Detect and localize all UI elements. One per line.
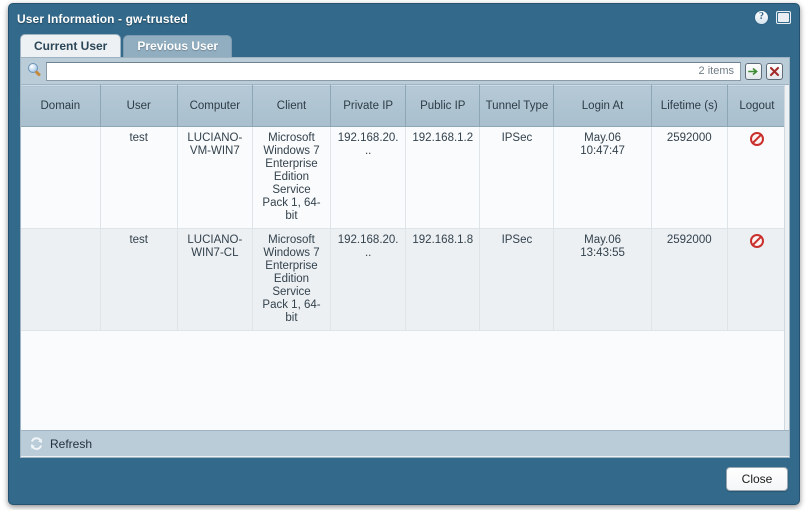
dialog-title-bar: User Information - gw-trusted ? [9, 4, 799, 33]
restore-window-icon[interactable] [775, 9, 792, 26]
cell-user: test [100, 228, 178, 331]
refresh-bar: Refresh [21, 430, 789, 456]
cell-lifetime: 2592000 [651, 126, 728, 229]
cell-tunnel-type: IPSec [479, 126, 555, 229]
search-toolbar: 2 items [21, 58, 789, 85]
column-header-login-at[interactable]: Login At [553, 85, 652, 127]
cell-private-ip: 192.168.20... [330, 228, 407, 331]
refresh-label: Refresh [50, 436, 93, 451]
logout-icon[interactable] [749, 132, 764, 146]
tab-strip: Current User Previous User [9, 33, 799, 57]
grid-right-edge [784, 85, 789, 430]
go-arrow-button[interactable] [745, 62, 762, 80]
clear-button[interactable] [766, 62, 783, 80]
close-button[interactable]: Close [726, 467, 788, 491]
table-row[interactable]: test LUCIANO-WIN7-CL Microsoft Windows 7… [21, 228, 788, 331]
cell-login-at: May.06 13:43:55 [553, 228, 652, 331]
cell-domain [21, 126, 101, 229]
column-header-lifetime[interactable]: Lifetime (s) [651, 85, 728, 127]
cell-lifetime: 2592000 [651, 228, 728, 331]
title-bar-controls: ? [753, 9, 792, 26]
column-header-user[interactable]: User [100, 85, 178, 127]
user-table: Domain User Computer Client Private IP P… [21, 85, 788, 331]
cell-tunnel-type: IPSec [479, 228, 555, 331]
cell-user: test [100, 126, 178, 229]
user-information-dialog: User Information - gw-trusted ? Current … [8, 3, 800, 505]
refresh-button[interactable]: Refresh [29, 436, 92, 451]
cell-computer: LUCIANO-VM-WIN7 [177, 126, 253, 229]
cell-public-ip: 192.168.1.2 [405, 126, 481, 229]
cell-logout [727, 126, 788, 229]
column-header-domain[interactable]: Domain [21, 85, 101, 127]
search-icon [27, 63, 43, 79]
column-header-private-ip[interactable]: Private IP [330, 85, 407, 127]
column-header-computer[interactable]: Computer [177, 85, 253, 127]
cell-client: Microsoft Windows 7 Enterprise Edition S… [252, 228, 332, 331]
logout-icon[interactable] [749, 234, 764, 248]
user-table-scroll-area: Domain User Computer Client Private IP P… [21, 85, 789, 430]
refresh-icon [29, 436, 44, 451]
tab-current-user[interactable]: Current User [20, 34, 122, 57]
cell-private-ip: 192.168.20... [330, 126, 407, 229]
dialog-footer: Close [9, 459, 799, 504]
help-icon[interactable]: ? [753, 9, 770, 26]
cell-computer: LUCIANO-WIN7-CL [177, 228, 253, 331]
column-header-tunnel-type[interactable]: Tunnel Type [479, 85, 555, 127]
cell-login-at: May.06 10:47:47 [553, 126, 652, 229]
cell-logout [727, 228, 788, 331]
column-header-public-ip[interactable]: Public IP [405, 85, 481, 127]
table-header-row: Domain User Computer Client Private IP P… [21, 85, 788, 127]
search-input[interactable] [46, 61, 741, 81]
cell-public-ip: 192.168.1.8 [405, 228, 481, 331]
cell-client: Microsoft Windows 7 Enterprise Edition S… [252, 126, 332, 229]
tab-previous-user[interactable]: Previous User [123, 35, 233, 57]
search-field-wrap: 2 items [46, 61, 741, 81]
column-header-client[interactable]: Client [252, 85, 332, 127]
page-title: User Information - gw-trusted [17, 11, 188, 26]
column-header-logout[interactable]: Logout [727, 85, 788, 127]
panel-body: 2 items Domain User Computer Client Priv… [20, 57, 790, 458]
table-row[interactable]: test LUCIANO-VM-WIN7 Microsoft Windows 7… [21, 126, 788, 229]
cell-domain [21, 228, 101, 331]
